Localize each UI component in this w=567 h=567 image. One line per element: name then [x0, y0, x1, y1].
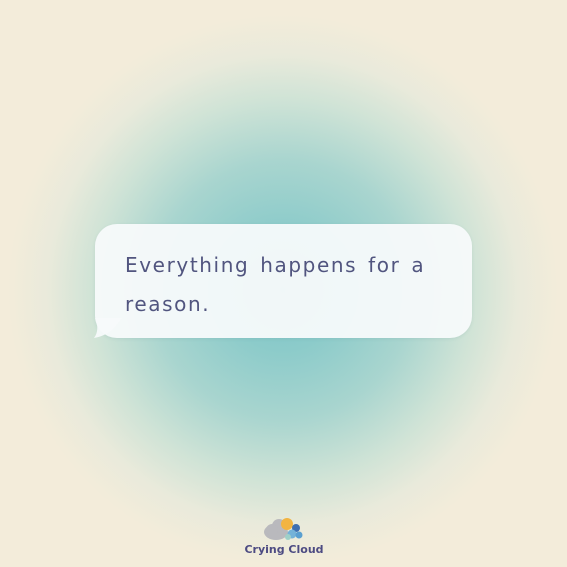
speech-bubble-tail — [92, 318, 122, 342]
brand-name: Crying Cloud — [244, 543, 324, 556]
crying-cloud-logo-icon — [262, 516, 306, 542]
message-text: Everything happens for a reason. — [125, 253, 426, 316]
brand-logo: Crying Cloud — [244, 512, 324, 560]
